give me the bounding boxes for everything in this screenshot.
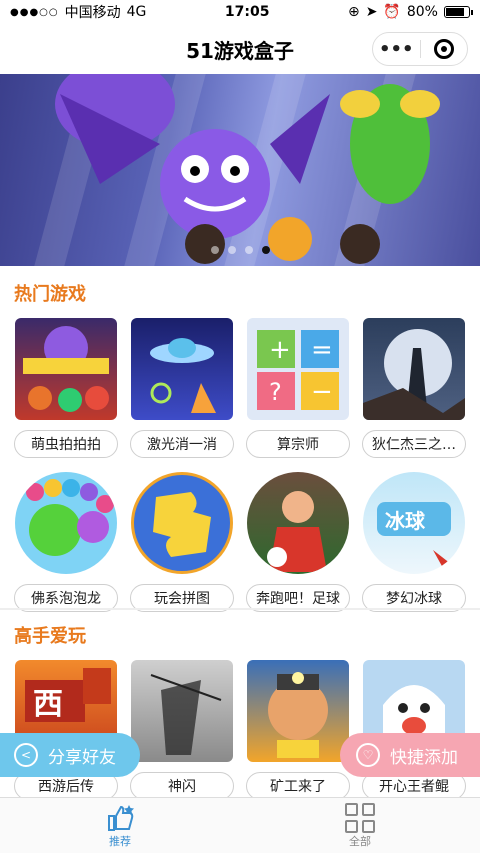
svg-text:西: 西 <box>33 687 63 722</box>
carrier: 中国移动 <box>64 5 121 21</box>
game-name: 算宗师 <box>246 430 350 458</box>
close-target-icon <box>433 39 454 59</box>
share-friends-button[interactable]: < 分享好友 <box>0 733 140 777</box>
quick-add-button[interactable]: ♡ 快捷添加 <box>340 733 480 777</box>
game-name: 神闪 <box>130 772 234 800</box>
pager-dot-active <box>261 246 270 254</box>
game-card[interactable]: 佛系泡泡龙 <box>14 472 118 612</box>
miniprogram-capsule: ••• <box>372 32 468 66</box>
battery-icon <box>443 6 473 18</box>
share-label: 分享好友 <box>48 747 116 768</box>
pager-dot <box>227 246 236 254</box>
banner-artwork-icon <box>55 74 440 264</box>
banner-pager <box>0 246 480 254</box>
moon-warrior-icon <box>363 318 465 420</box>
pager-dot <box>244 246 253 254</box>
game-name: 激光消一消 <box>130 430 234 458</box>
tab-label: 全部 <box>349 834 371 848</box>
pager-dot <box>210 246 219 254</box>
miner-icon <box>247 660 349 762</box>
page-title: 51游戏盒子 <box>186 38 294 63</box>
game-card[interactable]: 奔跑吧！足球 <box>246 472 350 612</box>
game-name: 狄仁杰三之… <box>362 430 466 458</box>
bubbles-icon <box>15 472 117 574</box>
puzzle-piece-icon <box>131 472 233 574</box>
section-title: 热门游戏 <box>14 284 86 305</box>
location-icon: ➤ <box>365 4 378 20</box>
game-card[interactable]: 狄仁杰三之… <box>362 318 466 458</box>
svg-text:?: ? <box>269 378 282 406</box>
game-card[interactable]: 萌虫拍拍拍 <box>14 318 118 458</box>
cartoon-monsters-icon <box>15 318 117 420</box>
tab-all[interactable]: 全部 <box>240 798 480 853</box>
football-player-icon <box>247 472 349 574</box>
game-card[interactable]: 激光消一消 <box>130 318 234 458</box>
svg-text:−: − <box>311 377 333 407</box>
game-name: 萌虫拍拍拍 <box>14 430 118 458</box>
alarm-icon: ⏰ <box>383 4 401 20</box>
thumbs-up-icon <box>105 803 135 833</box>
status-bar: ●●●○○ 中国移动 4G 17:05 ⊕ ➤ ⏰ 80% <box>0 0 480 24</box>
rotation-lock-icon: ⊕ <box>347 4 360 20</box>
nav-bar: 51游戏盒子 ••• <box>0 24 480 74</box>
game-card[interactable]: 西 西游后传 <box>14 660 118 800</box>
battery-percent: 80% <box>406 4 438 20</box>
section-title: 高手爱玩 <box>14 626 86 647</box>
game-name: 矿工来了 <box>246 772 350 800</box>
clock: 17:05 <box>224 4 270 20</box>
game-card[interactable]: 冰球 梦幻冰球 <box>362 472 466 612</box>
grid-icon <box>345 802 375 833</box>
game-card[interactable]: 玩会拼图 <box>130 472 234 612</box>
close-button[interactable] <box>421 33 468 65</box>
svg-text:+: + <box>269 335 291 365</box>
heart-plus-icon: ♡ <box>356 743 380 767</box>
network-type: 4G <box>126 4 147 20</box>
more-icon: ••• <box>378 38 414 60</box>
svg-text:=: = <box>311 335 333 365</box>
section-divider <box>0 608 480 610</box>
ink-swordsman-icon <box>131 660 233 762</box>
tab-label: 推荐 <box>109 834 131 848</box>
math-symbols-icon: + =? − <box>247 318 349 420</box>
ufo-space-icon <box>131 318 233 420</box>
hot-games-section: 热门游戏 萌虫拍拍拍 激光消一消 + =? − 算宗师 狄仁杰三之… 佛系泡泡龙… <box>0 280 480 612</box>
ice-hockey-icon: 冰球 <box>363 472 465 574</box>
game-card[interactable]: 开心王者鲲 <box>362 660 466 800</box>
tab-recommend[interactable]: 推荐 <box>0 798 240 853</box>
more-button[interactable]: ••• <box>373 33 420 65</box>
share-icon: < <box>14 743 38 767</box>
svg-text:冰球: 冰球 <box>385 509 426 533</box>
signal-icon: ●●●○○ <box>10 6 59 18</box>
tab-bar: 推荐 全部 <box>0 797 480 853</box>
game-card[interactable]: + =? − 算宗师 <box>246 318 350 458</box>
game-card[interactable]: 矿工来了 <box>246 660 350 800</box>
banner-carousel[interactable] <box>0 74 480 266</box>
quick-add-label: 快捷添加 <box>390 747 458 768</box>
game-card[interactable]: 神闪 <box>130 660 234 800</box>
